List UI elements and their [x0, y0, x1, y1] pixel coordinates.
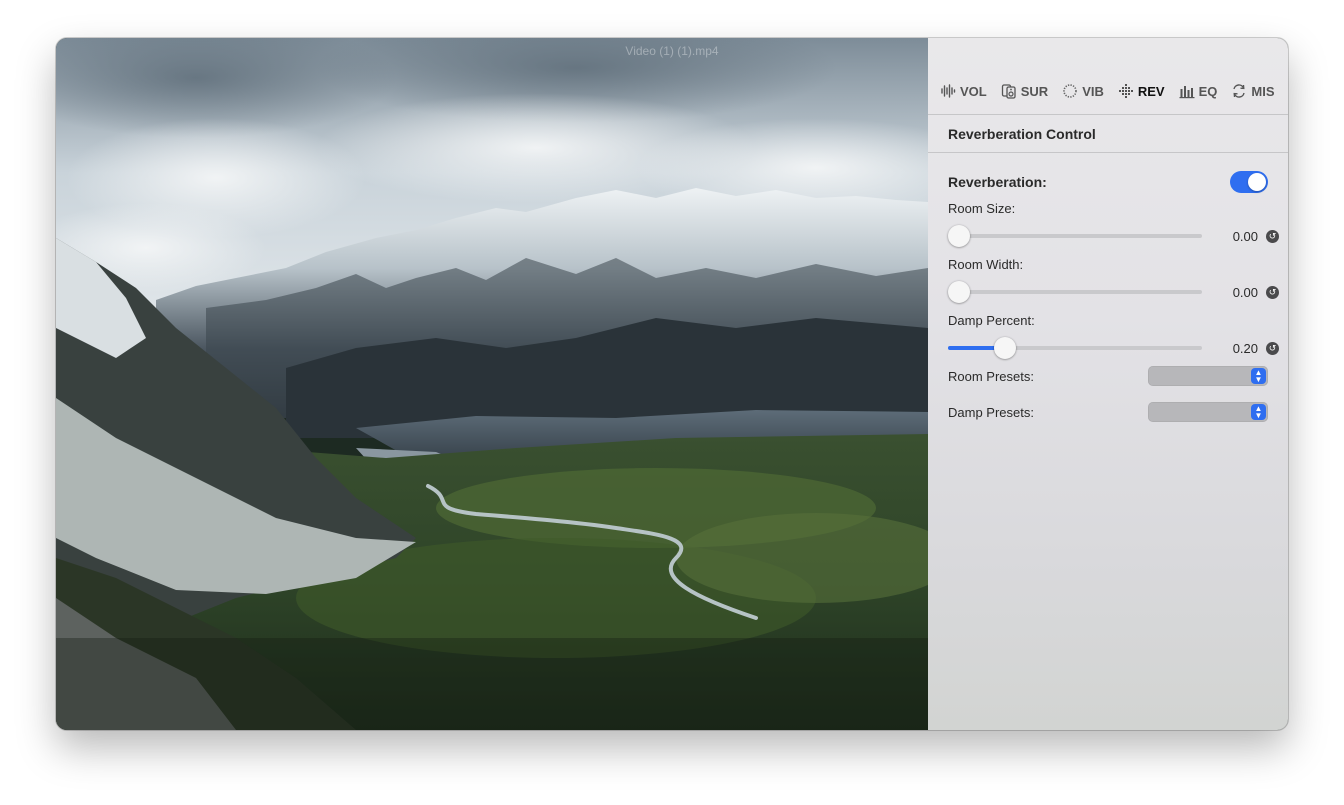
slider-track [948, 290, 1202, 294]
equalizer-bars-icon [1179, 83, 1195, 99]
chevron-up-down-icon: ▲ ▼ [1251, 368, 1266, 384]
tabs-divider [928, 114, 1288, 115]
reverb-dots-icon [1118, 83, 1134, 99]
toggle-knob [1248, 173, 1266, 191]
tab-sur[interactable]: SUR [1001, 83, 1048, 99]
tab-vol[interactable]: VOL [940, 83, 987, 99]
damp-percent-reset-icon[interactable]: ↺ [1266, 342, 1279, 355]
tab-mis[interactable]: MIS [1231, 83, 1275, 99]
slider-thumb[interactable] [994, 337, 1017, 359]
misc-cycle-icon [1231, 83, 1247, 99]
room-presets-popup[interactable]: ▲ ▼ [1148, 366, 1268, 386]
damp-percent-slider[interactable] [948, 337, 1202, 359]
room-width-label: Room Width: [948, 257, 1024, 272]
waveform-icon [940, 83, 956, 99]
tab-eq[interactable]: EQ [1179, 83, 1218, 99]
tab-vib[interactable]: VIB [1062, 83, 1104, 99]
room-presets-label: Room Presets: [948, 369, 1034, 384]
tab-sur-label: SUR [1020, 83, 1049, 99]
room-size-value: 0.00 [1232, 229, 1258, 244]
damp-presets-label: Damp Presets: [948, 405, 1034, 420]
damp-percent-label: Damp Percent: [948, 313, 1035, 328]
title-divider [928, 152, 1288, 153]
vibrato-ring-icon [1062, 83, 1078, 99]
reverb-toggle[interactable] [1230, 171, 1268, 193]
slider-thumb[interactable] [948, 281, 970, 303]
effect-tabs: VOL SUR VIB REV EQ MIS [928, 78, 1288, 104]
room-width-value: 0.00 [1232, 285, 1258, 300]
tab-vol-label: VOL [960, 83, 987, 99]
slider-track [948, 234, 1202, 238]
video-frame [56, 38, 928, 730]
slider-thumb[interactable] [948, 225, 970, 247]
tab-rev-label: REV [1137, 83, 1165, 99]
damp-presets-popup[interactable]: ▲ ▼ [1148, 402, 1268, 422]
panel-title: Reverberation Control [948, 126, 1096, 142]
room-width-slider[interactable] [948, 281, 1202, 303]
tab-rev[interactable]: REV [1118, 83, 1165, 99]
room-size-slider[interactable] [948, 225, 1202, 247]
tab-eq-label: EQ [1198, 83, 1218, 99]
audio-effects-panel: VOL SUR VIB REV EQ MIS Reverberation Con… [928, 38, 1288, 730]
damp-percent-value: 0.20 [1232, 341, 1258, 356]
reverb-label: Reverberation: [948, 174, 1047, 190]
room-size-reset-icon[interactable]: ↺ [1266, 230, 1279, 243]
video-player[interactable] [56, 38, 928, 730]
room-size-label: Room Size: [948, 201, 1016, 216]
chevron-up-down-icon: ▲ ▼ [1251, 404, 1266, 420]
surround-speaker-icon [1001, 83, 1017, 99]
app-window: Video (1) (1).mp4 VOL SUR VIB REV EQ MIS… [56, 38, 1288, 730]
tab-mis-label: MIS [1251, 83, 1275, 99]
tab-vib-label: VIB [1082, 83, 1104, 99]
room-width-reset-icon[interactable]: ↺ [1266, 286, 1279, 299]
